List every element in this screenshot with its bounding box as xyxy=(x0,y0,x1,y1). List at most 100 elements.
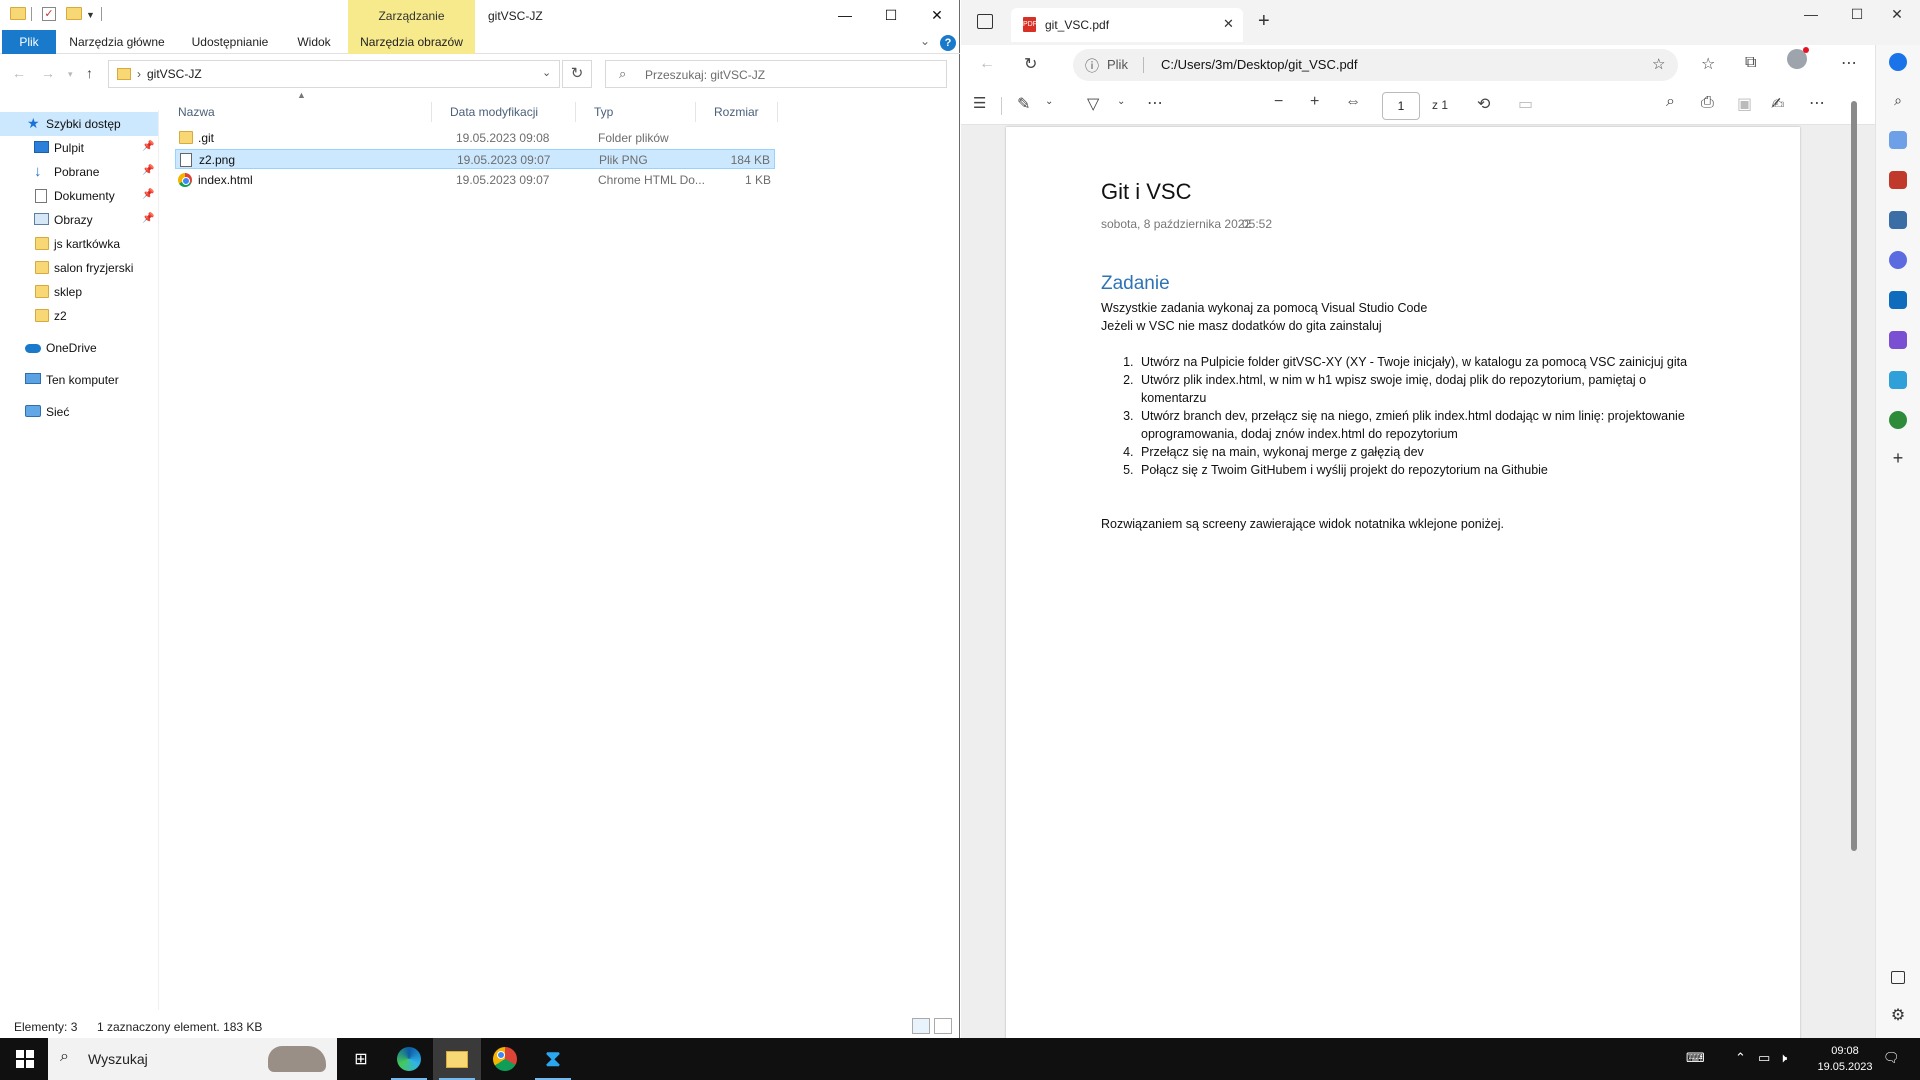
tab-actions-icon[interactable] xyxy=(977,14,993,29)
chrome-taskbar-icon[interactable] xyxy=(481,1038,529,1080)
nav-item-folder[interactable]: js kartkówka xyxy=(0,232,158,256)
show-hidden-icons-icon[interactable]: ⌃ xyxy=(1735,1050,1746,1066)
properties-icon[interactable]: ✓ xyxy=(42,7,56,21)
address-path[interactable]: gitVSC-JZ xyxy=(147,67,202,81)
task-view-icon[interactable]: ⊞ xyxy=(337,1038,385,1080)
nav-item-folder[interactable]: sklep xyxy=(0,280,158,304)
save-icon[interactable]: ▣ xyxy=(1737,94,1752,114)
browser-tab[interactable]: PDF git_VSC.pdf ✕ xyxy=(1011,8,1243,42)
nav-onedrive[interactable]: OneDrive xyxy=(0,336,158,360)
recent-locations-icon[interactable]: ▾ xyxy=(68,69,73,80)
help-icon[interactable]: ? xyxy=(940,35,956,51)
info-icon[interactable]: ⓘ xyxy=(1085,56,1099,76)
settings-icon[interactable]: ⚙ xyxy=(1889,1007,1907,1025)
scrollbar[interactable] xyxy=(1851,101,1857,851)
outlook-icon[interactable] xyxy=(1889,291,1907,309)
draw-icon[interactable]: ▽ xyxy=(1087,94,1099,114)
large-icons-view-icon[interactable] xyxy=(934,1018,952,1034)
page-view-icon[interactable]: ▭ xyxy=(1518,94,1533,114)
notifications-icon[interactable]: 🗨 xyxy=(1883,1050,1900,1066)
chevron-right-icon[interactable]: › xyxy=(137,67,141,81)
shopping-icon[interactable] xyxy=(1889,131,1907,149)
more-menu-icon[interactable]: ⋯ xyxy=(1841,53,1857,73)
rotate-icon[interactable]: ⟲ xyxy=(1477,94,1490,114)
address-bar[interactable]: › gitVSC-JZ ⌄ xyxy=(108,60,560,88)
back-icon[interactable]: ← xyxy=(979,55,995,73)
nav-item-downloads[interactable]: ↓ Pobrane 📌 xyxy=(0,160,158,184)
sidebar-toggle-icon[interactable] xyxy=(1891,971,1905,984)
tab-file[interactable]: Plik xyxy=(2,30,56,54)
nav-quick-access[interactable]: ★ Szybki dostęp xyxy=(0,112,158,136)
tools-icon[interactable] xyxy=(1889,171,1907,189)
zoom-out-icon[interactable]: − xyxy=(1274,93,1283,111)
close-tab-icon[interactable]: ✕ xyxy=(1223,16,1234,32)
details-view-icon[interactable] xyxy=(912,1018,930,1034)
close-button[interactable]: ✕ xyxy=(1874,6,1920,23)
new-tab-icon[interactable]: + xyxy=(1258,10,1270,33)
page-number-input[interactable]: 1 xyxy=(1382,92,1420,120)
url-text[interactable]: C:/Users/3m/Desktop/git_VSC.pdf xyxy=(1161,57,1358,72)
minimize-button[interactable]: — xyxy=(1788,6,1834,22)
taskbar-search[interactable]: ⌕ Wyszukaj xyxy=(48,1038,337,1080)
tree-icon[interactable] xyxy=(1889,411,1907,429)
expand-ribbon-icon[interactable]: ⌄ xyxy=(920,34,930,48)
tab-home[interactable]: Narzędzia główne xyxy=(62,30,172,54)
nav-network[interactable]: Sieć xyxy=(0,400,158,424)
minimize-button[interactable]: — xyxy=(822,0,868,30)
nav-item-documents[interactable]: Dokumenty 📌 xyxy=(0,184,158,208)
edge-taskbar-icon[interactable] xyxy=(385,1038,433,1080)
collections-icon[interactable]: ⧉ xyxy=(1745,54,1756,72)
file-row[interactable]: .git 19.05.2023 09:08 Folder plików xyxy=(175,128,775,148)
column-type[interactable]: Typ xyxy=(576,102,696,122)
tab-picture-tools[interactable]: Narzędzia obrazów xyxy=(348,30,475,54)
tab-share[interactable]: Udostępnianie xyxy=(182,30,278,54)
add-favorite-icon[interactable]: ☆ xyxy=(1652,55,1665,73)
column-date-modified[interactable]: Data modyfikacji xyxy=(432,102,576,122)
highlight-icon[interactable]: ✎ xyxy=(1017,94,1030,114)
file-explorer-taskbar-icon[interactable] xyxy=(433,1038,481,1080)
keyboard-icon[interactable]: ⌨ xyxy=(1686,1050,1705,1066)
file-row-selected[interactable]: z2.png 19.05.2023 09:07 Plik PNG 184 KB xyxy=(175,149,775,169)
fit-to-page-icon[interactable]: ⇔ xyxy=(1345,93,1361,111)
save-as-icon[interactable]: ✍ xyxy=(1771,94,1784,114)
column-name[interactable]: Nazwa xyxy=(160,102,432,122)
windows-start-icon[interactable] xyxy=(16,1050,34,1068)
nav-item-folder[interactable]: z2 xyxy=(0,304,158,328)
add-icon[interactable]: + xyxy=(1889,449,1907,467)
chevron-down-icon[interactable]: ⌄ xyxy=(1117,96,1125,107)
file-row[interactable]: index.html 19.05.2023 09:07 Chrome HTML … xyxy=(175,170,775,190)
print-icon[interactable]: ⎙ xyxy=(1701,94,1714,112)
vscode-taskbar-icon[interactable]: ⧗ xyxy=(529,1038,577,1080)
search-icon[interactable]: ⌕ xyxy=(1666,93,1675,111)
address-bar[interactable]: ⓘ Plik C:/Users/3m/Desktop/git_VSC.pdf ☆ xyxy=(1073,49,1678,81)
contents-icon[interactable]: ☰ xyxy=(973,94,986,112)
bing-icon[interactable] xyxy=(1889,53,1907,71)
nav-item-pictures[interactable]: Obrazy 📌 xyxy=(0,208,158,232)
search-icon[interactable]: ⌕ xyxy=(1889,91,1907,109)
new-folder-icon[interactable] xyxy=(66,7,82,20)
more-tools-icon[interactable]: ⋯ xyxy=(1147,93,1163,113)
more-menu-icon[interactable]: ⋯ xyxy=(1809,93,1825,113)
chevron-down-icon[interactable]: ⌄ xyxy=(542,66,551,79)
nav-item-desktop[interactable]: Pulpit 📌 xyxy=(0,136,158,160)
volume-icon[interactable]: 🕨 xyxy=(1779,1050,1787,1066)
search-input[interactable]: ⌕ Przeszukaj: gitVSC-JZ xyxy=(605,60,947,88)
nav-item-folder[interactable]: salon fryzjerski xyxy=(0,256,158,280)
chevron-down-icon[interactable]: ⌄ xyxy=(1045,96,1053,107)
maximize-button[interactable]: ☐ xyxy=(868,0,914,30)
refresh-button[interactable]: ↻ xyxy=(562,60,592,88)
zoom-in-icon[interactable]: + xyxy=(1310,93,1319,111)
system-clock[interactable]: 09:08 19.05.2023 xyxy=(1810,1043,1880,1075)
close-button[interactable]: ✕ xyxy=(914,0,960,30)
nav-this-pc[interactable]: Ten komputer xyxy=(0,368,158,392)
send-icon[interactable] xyxy=(1889,371,1907,389)
back-icon[interactable]: ← xyxy=(12,65,26,81)
tab-view[interactable]: Widok xyxy=(288,30,340,54)
column-size[interactable]: Rozmiar xyxy=(696,102,778,122)
profile-avatar[interactable] xyxy=(1787,47,1809,69)
microsoft-365-icon[interactable] xyxy=(1889,251,1907,269)
favorites-icon[interactable]: ☆ xyxy=(1701,54,1715,74)
refresh-icon[interactable]: ↻ xyxy=(1024,54,1037,74)
network-icon[interactable]: ▭ xyxy=(1758,1050,1770,1066)
up-icon[interactable]: ↑ xyxy=(86,65,93,81)
